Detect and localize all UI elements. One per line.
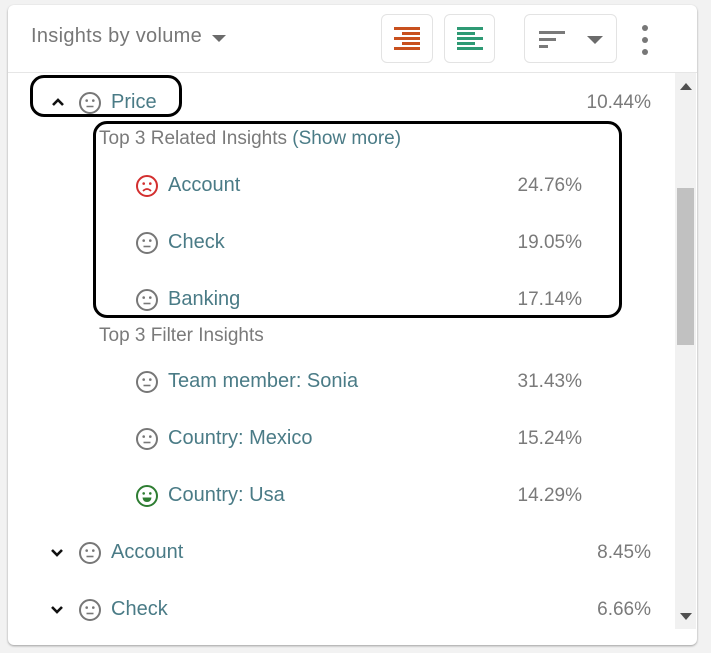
insights-list: Price 10.44% Top 3 Related Insights (Sho… bbox=[8, 73, 675, 645]
align-right-icon bbox=[394, 26, 420, 50]
sort-icon bbox=[538, 30, 565, 48]
filter-insights-heading: Top 3 Filter Insights bbox=[99, 325, 264, 346]
filter-insight-label[interactable]: Country: Mexico bbox=[168, 427, 313, 450]
filter-insight-row[interactable]: Team member: Sonia 31.43% bbox=[8, 362, 675, 402]
more-options-button[interactable] bbox=[638, 25, 652, 55]
insight-percent: 6.66% bbox=[597, 599, 651, 620]
chevron-down-icon[interactable] bbox=[47, 599, 67, 619]
related-insight-label[interactable]: Account bbox=[168, 174, 240, 197]
neutral-face-icon bbox=[79, 542, 101, 564]
related-insight-label[interactable]: Banking bbox=[168, 288, 240, 311]
insight-row-check[interactable]: Check 6.66% bbox=[8, 590, 675, 630]
scrollbar-thumb[interactable] bbox=[677, 188, 694, 345]
insight-label[interactable]: Account bbox=[111, 541, 183, 564]
vertical-scrollbar[interactable] bbox=[675, 73, 696, 629]
card-title: Insights by volume bbox=[31, 25, 203, 47]
filter-insight-percent: 15.24% bbox=[517, 428, 582, 449]
show-more-link[interactable]: (Show more) bbox=[292, 128, 401, 149]
insight-percent: 8.45% bbox=[597, 542, 651, 563]
happy-face-icon bbox=[136, 485, 158, 507]
neutral-face-icon bbox=[136, 428, 158, 450]
insight-row-account[interactable]: Account 8.45% bbox=[8, 533, 675, 573]
filter-insight-percent: 14.29% bbox=[517, 485, 582, 506]
related-insight-row[interactable]: Banking 17.14% bbox=[8, 280, 675, 320]
insight-label[interactable]: Price bbox=[111, 91, 157, 114]
chevron-up-icon[interactable] bbox=[48, 92, 68, 112]
sad-face-icon bbox=[136, 175, 158, 197]
related-insights-title: Top 3 Related Insights bbox=[99, 128, 288, 149]
kebab-dot bbox=[642, 37, 648, 43]
scroll-up-arrow-icon[interactable] bbox=[680, 83, 692, 90]
insight-percent: 10.44% bbox=[586, 92, 651, 113]
neutral-face-icon bbox=[79, 92, 101, 114]
insights-card: Insights by volume Price 10.44% Top 3 Re… bbox=[8, 5, 697, 645]
chevron-down-icon bbox=[586, 35, 603, 44]
filter-insight-label[interactable]: Team member: Sonia bbox=[168, 370, 358, 393]
neutral-face-icon bbox=[136, 289, 158, 311]
neutral-face-icon bbox=[136, 232, 158, 254]
kebab-dot bbox=[642, 25, 648, 31]
related-insight-percent: 19.05% bbox=[517, 232, 582, 253]
align-left-icon bbox=[456, 26, 483, 50]
card-header: Insights by volume bbox=[8, 5, 697, 73]
related-insight-row[interactable]: Check 19.05% bbox=[8, 223, 675, 263]
kebab-dot bbox=[642, 49, 648, 55]
scroll-down-arrow-icon[interactable] bbox=[680, 613, 692, 620]
filter-insight-row[interactable]: Country: Usa 14.29% bbox=[8, 476, 675, 516]
related-insight-percent: 24.76% bbox=[517, 175, 582, 196]
align-left-button[interactable] bbox=[444, 14, 495, 63]
insights-view-dropdown[interactable]: Insights by volume bbox=[31, 25, 227, 48]
related-insights-heading: Top 3 Related Insights (Show more) bbox=[99, 128, 401, 150]
insight-label[interactable]: Check bbox=[111, 598, 168, 621]
insight-row-price[interactable]: Price 10.44% bbox=[8, 82, 675, 122]
related-insight-label[interactable]: Check bbox=[168, 231, 225, 254]
sort-dropdown-button[interactable] bbox=[524, 14, 617, 63]
neutral-face-icon bbox=[136, 371, 158, 393]
neutral-face-icon bbox=[79, 599, 101, 621]
chevron-down-icon[interactable] bbox=[47, 542, 67, 562]
align-right-button[interactable] bbox=[381, 14, 433, 63]
filter-insight-percent: 31.43% bbox=[517, 371, 582, 392]
caret-down-icon bbox=[212, 34, 227, 42]
related-insight-row[interactable]: Account 24.76% bbox=[8, 166, 675, 206]
filter-insight-row[interactable]: Country: Mexico 15.24% bbox=[8, 419, 675, 459]
related-insight-percent: 17.14% bbox=[517, 289, 582, 310]
filter-insight-label[interactable]: Country: Usa bbox=[168, 484, 285, 507]
